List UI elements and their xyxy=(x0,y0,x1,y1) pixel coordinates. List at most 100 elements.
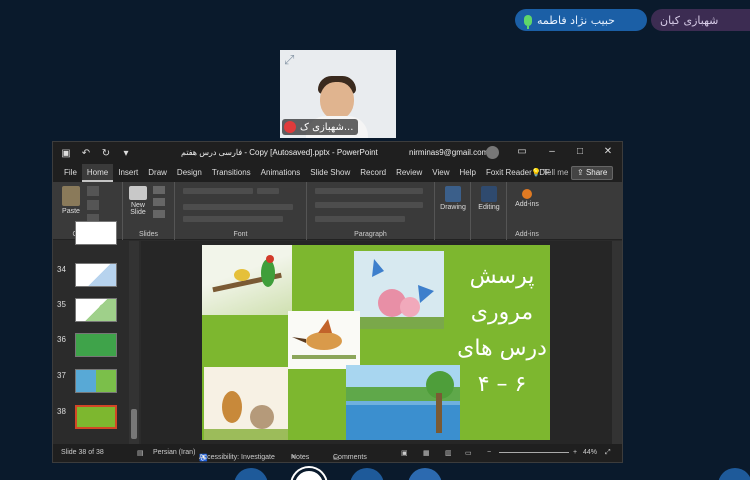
redo-icon[interactable]: ↻ xyxy=(99,148,113,159)
tab-home[interactable]: Home xyxy=(81,164,114,182)
svg-text:درس های: درس های xyxy=(457,336,547,361)
language-indicator[interactable]: Persian (Iran) xyxy=(153,449,195,456)
slideshow-icon[interactable]: ▭ xyxy=(465,449,472,457)
recording-icon xyxy=(284,121,296,133)
maximize-button[interactable]: □ xyxy=(573,145,587,159)
font-size-box[interactable] xyxy=(257,188,279,194)
current-slide[interactable]: پرسش مروری درس های ۴ – ۶ xyxy=(202,245,550,440)
group-paragraph: Paragraph xyxy=(307,182,435,240)
fit-slide-icon[interactable]: ⤢ xyxy=(605,449,611,457)
powerpoint-window: ▣ ↶ ↻ ▾ فارسی درس هفتم - Copy [Autosaved… xyxy=(52,141,623,463)
status-bar: Slide 38 of 38 ▤ Persian (Iran) ♿ Access… xyxy=(53,444,622,462)
tab-slide-show[interactable]: Slide Show xyxy=(305,164,355,182)
tab-record[interactable]: Record xyxy=(355,164,391,182)
text-direction-buttons[interactable] xyxy=(315,216,405,222)
participant-chip[interactable]: شهبازی کیان xyxy=(651,9,750,31)
participant-chip-speaking[interactable]: حبیب نژاد فاطمه xyxy=(515,9,647,31)
workspace: 34 35 36 37 38 پرسش مروری درس های ۴ – ۶ xyxy=(53,221,622,446)
slide-thumbnail-pane: 34 35 36 37 38 xyxy=(53,221,141,446)
account-email[interactable]: nirminas9@gmail.com xyxy=(409,148,488,157)
close-button[interactable]: ✕ xyxy=(601,145,615,159)
slide-thumbnail-selected[interactable]: 38 xyxy=(57,405,137,433)
normal-view-icon[interactable]: ▣ xyxy=(401,449,408,457)
microphone-icon xyxy=(524,14,532,29)
copy-icon[interactable] xyxy=(87,200,99,210)
group-drawing: Drawing xyxy=(435,182,471,240)
font-color-buttons[interactable] xyxy=(183,216,283,222)
new-slide-icon xyxy=(129,186,147,200)
tab-file[interactable]: File xyxy=(59,164,82,182)
control-button[interactable] xyxy=(350,468,384,480)
layout-icon[interactable] xyxy=(153,186,165,194)
section-icon[interactable] xyxy=(153,210,165,218)
group-label-addins: Add-ins xyxy=(515,231,539,238)
tab-insert[interactable]: Insert xyxy=(113,164,143,182)
slide-title-text: پرسش مروری درس های ۴ – ۶ xyxy=(457,264,547,397)
participant-name: حبیب نژاد فاطمه xyxy=(537,13,615,27)
minimize-button[interactable]: – xyxy=(545,145,559,159)
slide-scrollbar[interactable] xyxy=(612,241,622,446)
tab-draw[interactable]: Draw xyxy=(143,164,172,182)
title-bar: ▣ ↶ ↻ ▾ فارسی درس هفتم - Copy [Autosaved… xyxy=(53,142,622,164)
list-buttons[interactable] xyxy=(315,188,423,194)
svg-text:مروری: مروری xyxy=(471,300,533,325)
reset-icon[interactable] xyxy=(153,198,165,206)
participant-name: شهبازی کیان xyxy=(660,13,719,27)
webcam-name-label: شهبازی ک... xyxy=(282,119,359,135)
zoom-in-icon[interactable]: + xyxy=(573,449,577,456)
paste-button[interactable]: Paste xyxy=(59,186,83,215)
new-slide-button[interactable]: New Slide xyxy=(125,186,151,216)
tab-help[interactable]: Help xyxy=(455,164,481,182)
slide-thumbnail[interactable]: 36 xyxy=(57,333,137,361)
slide-counter: Slide 38 of 38 xyxy=(61,449,104,456)
addins-icon xyxy=(522,189,532,199)
reading-view-icon[interactable]: ▥ xyxy=(445,449,452,457)
slide-thumbnail[interactable]: 34 xyxy=(57,263,137,291)
font-format-buttons[interactable] xyxy=(183,204,293,210)
zoom-level[interactable]: 44% xyxy=(583,449,597,456)
group-addins: Add-ins Add-ins xyxy=(507,182,547,240)
control-button-active[interactable] xyxy=(292,468,326,480)
tab-view[interactable]: View xyxy=(427,164,454,182)
shapes-icon xyxy=(445,186,461,202)
zoom-slider[interactable] xyxy=(499,452,569,453)
spelling-icon[interactable]: ▤ xyxy=(137,449,144,457)
share-icon: ⇪ xyxy=(577,168,586,177)
lightbulb-icon: 💡 xyxy=(531,168,544,177)
slide-sorter-icon[interactable]: ▦ xyxy=(423,449,430,457)
ribbon-display-icon[interactable]: ▭ xyxy=(515,145,529,159)
svg-text:پرسش: پرسش xyxy=(470,264,535,289)
expand-icon[interactable]: ⤢ xyxy=(284,54,298,68)
slide-thumbnail[interactable]: 35 xyxy=(57,298,137,326)
tell-me-search[interactable]: 💡 Tell me xyxy=(531,168,568,177)
cut-icon[interactable] xyxy=(87,186,99,196)
control-button[interactable] xyxy=(718,468,750,480)
ribbon-tabs: File Home Insert Draw Design Transitions… xyxy=(53,164,622,182)
customize-qat-icon[interactable]: ▾ xyxy=(119,148,133,159)
svg-text:۴ – ۶: ۴ – ۶ xyxy=(478,372,527,397)
paste-icon xyxy=(62,186,80,206)
tab-review[interactable]: Review xyxy=(391,164,427,182)
font-name-box[interactable] xyxy=(183,188,253,194)
slide-thumbnail[interactable]: 37 xyxy=(57,369,137,397)
tab-design[interactable]: Design xyxy=(172,164,207,182)
save-icon[interactable]: ▣ xyxy=(59,148,73,159)
account-avatar[interactable] xyxy=(486,146,499,159)
control-button[interactable] xyxy=(234,468,268,480)
ribbon: Paste Clipboard New Slide Slides Font xyxy=(53,182,622,240)
undo-icon[interactable]: ↶ xyxy=(79,148,93,159)
drawing-button[interactable]: Drawing xyxy=(437,186,469,211)
zoom-out-icon[interactable]: − xyxy=(487,449,491,456)
tab-transitions[interactable]: Transitions xyxy=(207,164,256,182)
editing-button[interactable]: Editing xyxy=(473,186,505,211)
share-button[interactable]: ⇪ Share xyxy=(571,166,614,180)
alignment-buttons[interactable] xyxy=(315,202,423,208)
document-title: فارسی درس هفتم - Copy [Autosaved].pptx -… xyxy=(181,148,378,157)
addins-button[interactable]: Add-ins xyxy=(509,186,545,208)
control-button[interactable] xyxy=(408,468,442,480)
webcam-tile[interactable]: ⤢ شهبازی ک... xyxy=(280,50,396,138)
group-editing: Editing xyxy=(471,182,507,240)
thumbnail-scrollbar[interactable] xyxy=(129,241,139,446)
tab-animations[interactable]: Animations xyxy=(256,164,306,182)
slide-thumbnail-partial[interactable] xyxy=(57,221,137,249)
